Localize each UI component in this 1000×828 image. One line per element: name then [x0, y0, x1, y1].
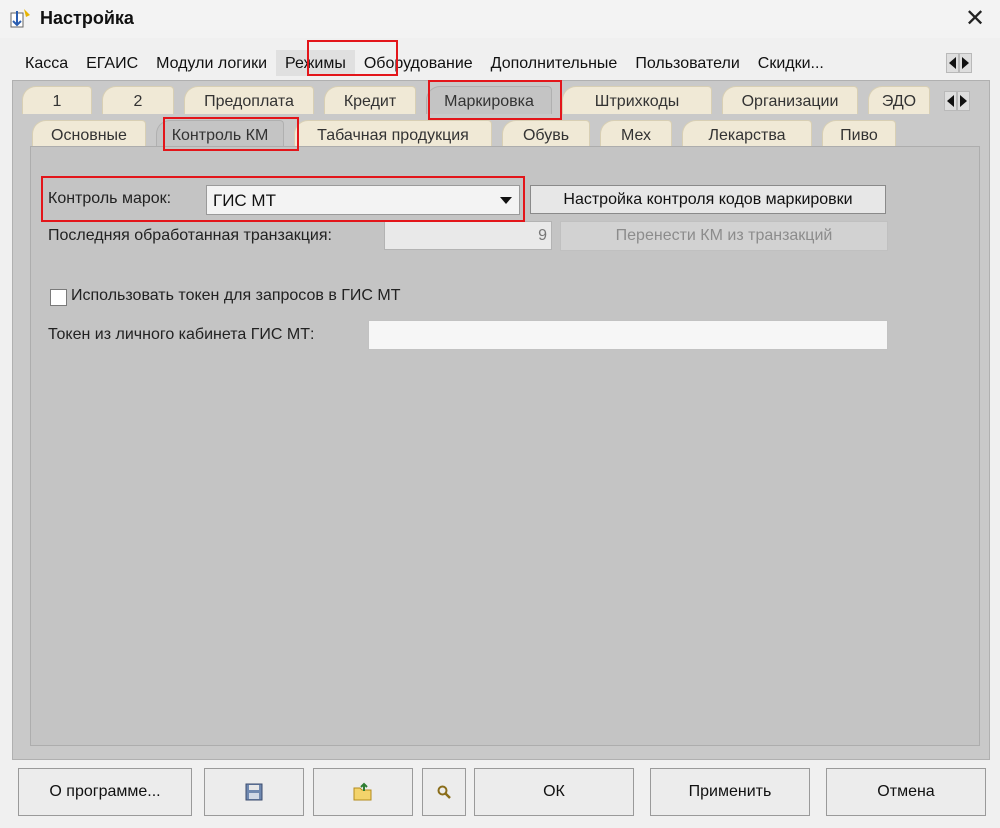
- tabs-level2-scroll: [944, 91, 970, 111]
- tab-basic[interactable]: Основные: [32, 120, 146, 148]
- transfer-km-button[interactable]: Перенести КМ из транзакций: [560, 221, 888, 251]
- use-token-label: Использовать токен для запросов в ГИС МТ: [71, 287, 401, 304]
- close-icon[interactable]: ✕: [960, 4, 990, 34]
- tabs-level2: 1 2 Предоплата Кредит Маркировка Штрихко…: [22, 86, 940, 114]
- tab-kassa[interactable]: Касса: [16, 50, 77, 76]
- title-bar: Настройка ✕: [0, 0, 1000, 38]
- token-label: Токен из личного кабинета ГИС МТ:: [48, 326, 315, 343]
- chevron-down-icon[interactable]: [493, 186, 519, 214]
- scroll-right-icon[interactable]: [957, 91, 970, 111]
- marks-control-select[interactable]: ГИС МТ: [206, 185, 520, 215]
- tab-organizations[interactable]: Организации: [722, 86, 858, 114]
- tab-edo[interactable]: ЭДО: [868, 86, 930, 114]
- apply-button[interactable]: Применить: [650, 768, 810, 816]
- settings-app-icon: [10, 9, 30, 28]
- scroll-left-icon[interactable]: [946, 53, 959, 73]
- cancel-button[interactable]: Отмена: [826, 768, 986, 816]
- magnifier-icon: [437, 785, 451, 799]
- ok-button[interactable]: ОК: [474, 768, 634, 816]
- tab-modes[interactable]: Режимы: [276, 50, 355, 76]
- marks-control-label: Контроль марок:: [48, 190, 172, 207]
- tab-equipment[interactable]: Оборудование: [355, 50, 482, 76]
- tab-2[interactable]: 2: [102, 86, 174, 114]
- tab-shoes[interactable]: Обувь: [502, 120, 590, 148]
- open-button[interactable]: [313, 768, 413, 816]
- floppy-disk-icon: [245, 783, 263, 801]
- search-button[interactable]: [422, 768, 466, 816]
- tab-discounts[interactable]: Скидки...: [749, 50, 833, 76]
- tab-tobacco[interactable]: Табачная продукция: [294, 120, 492, 148]
- tab-barcodes[interactable]: Штрихкоды: [562, 86, 712, 114]
- save-button[interactable]: [204, 768, 304, 816]
- tab-prepayment[interactable]: Предоплата: [184, 86, 314, 114]
- tabs-level1-scroll: [946, 53, 972, 73]
- scroll-right-icon[interactable]: [959, 53, 972, 73]
- tab-1[interactable]: 1: [22, 86, 92, 114]
- last-transaction-label: Последняя обработанная транзакция:: [48, 227, 332, 244]
- token-input[interactable]: [368, 320, 888, 350]
- tab-additional[interactable]: Дополнительные: [482, 50, 627, 76]
- tab-egais[interactable]: ЕГАИС: [77, 50, 147, 76]
- marks-control-value: ГИС МТ: [213, 191, 276, 210]
- window-title: Настройка: [40, 8, 134, 28]
- folder-open-icon: [353, 782, 372, 801]
- last-transaction-field: 9: [384, 221, 552, 250]
- tab-credit[interactable]: Кредит: [324, 86, 416, 114]
- tabs-level3: Основные Контроль КМ Табачная продукция …: [32, 120, 906, 148]
- tab-medicines[interactable]: Лекарства: [682, 120, 812, 148]
- about-button[interactable]: О программе...: [18, 768, 192, 816]
- use-token-checkbox[interactable]: [50, 289, 67, 306]
- tab-logic-modules[interactable]: Модули логики: [147, 50, 276, 76]
- tabs-level1: Касса ЕГАИС Модули логики Режимы Оборудо…: [16, 50, 833, 76]
- tab-fur[interactable]: Мех: [600, 120, 672, 148]
- tab-km-control[interactable]: Контроль КМ: [156, 120, 284, 148]
- tab-beer[interactable]: Пиво: [822, 120, 896, 148]
- tab-marking[interactable]: Маркировка: [426, 86, 552, 114]
- scroll-left-icon[interactable]: [944, 91, 957, 111]
- marking-settings-button[interactable]: Настройка контроля кодов маркировки: [530, 185, 886, 214]
- tab-users[interactable]: Пользователи: [626, 50, 748, 76]
